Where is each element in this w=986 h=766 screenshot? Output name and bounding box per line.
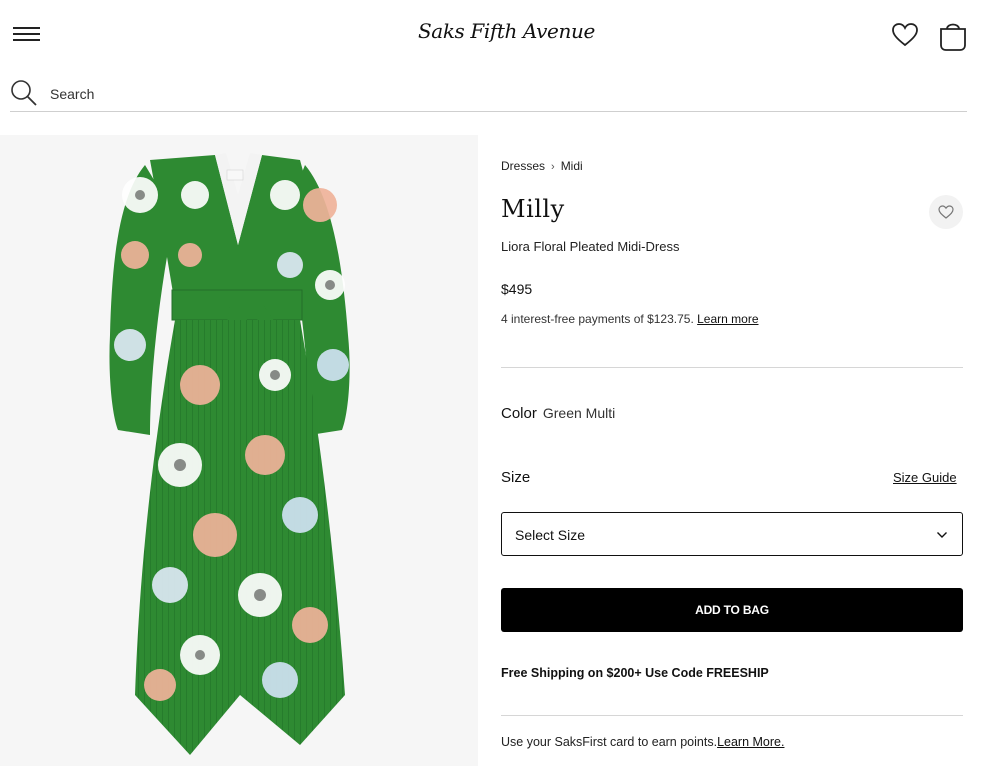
hamburger-menu-icon[interactable] [13,26,41,44]
saksfirst-text: Use your SaksFirst card to earn points. [501,735,718,749]
search-bar [10,76,967,112]
search-icon[interactable] [10,79,38,107]
site-logo[interactable]: Saks Fifth Avenue [418,14,595,48]
chevron-down-icon [937,532,947,538]
divider [501,715,963,716]
color-label: Color [501,405,537,422]
product-name: Liora Floral Pleated Midi-Dress [501,239,680,254]
favorite-button[interactable] [929,195,963,229]
color-row: Color Green Multi [501,405,615,423]
add-to-bag-button[interactable]: ADD TO BAG [501,588,963,632]
search-input[interactable] [50,82,930,106]
product-image[interactable] [0,135,478,766]
product-price: $495 [501,281,533,297]
size-select-value: Select Size [515,527,586,543]
heart-outline-icon [938,205,954,219]
heart-icon[interactable] [890,20,920,50]
color-value: Green Multi [542,405,616,421]
size-label: Size [501,469,531,486]
free-shipping-message: Free Shipping on $200+ Use Code FREESHIP [501,666,769,680]
product-brand[interactable]: Milly [501,195,565,223]
breadcrumb: Dresses › Midi [501,159,583,173]
breadcrumb-dresses[interactable]: Dresses [501,159,545,173]
shopping-bag-icon[interactable] [937,18,969,52]
site-header: Saks Fifth Avenue [0,0,986,70]
size-guide-link[interactable]: Size Guide [893,470,957,485]
size-select[interactable]: Select Size [501,512,963,556]
breadcrumb-separator: › [551,161,555,173]
installments-text: 4 interest-free payments of $123.75. [501,312,694,326]
saksfirst-promo: Use your SaksFirst card to earn points.L… [501,735,784,749]
divider [501,367,963,368]
breadcrumb-midi[interactable]: Midi [561,159,583,173]
installments-info: 4 interest-free payments of $123.75. Lea… [501,312,759,326]
saksfirst-learn-more-link[interactable]: Learn More. [717,735,784,749]
learn-more-link[interactable]: Learn more [697,312,758,326]
